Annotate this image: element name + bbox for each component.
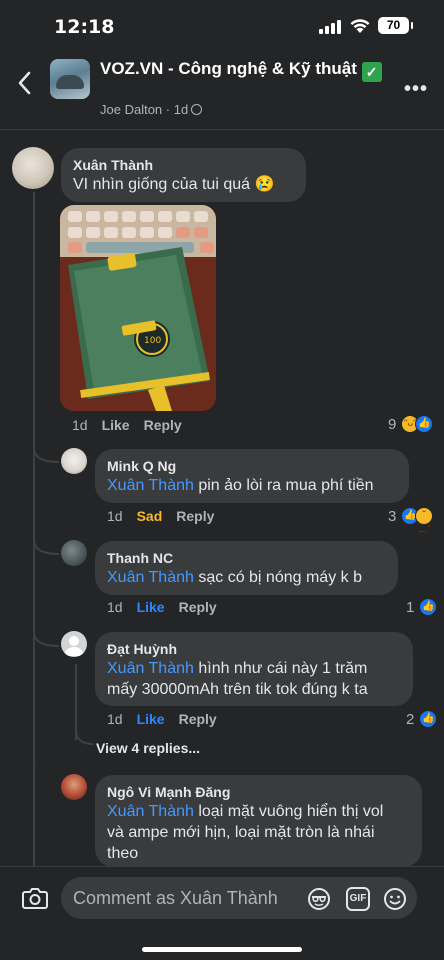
group-title[interactable]: VOZ.VN - Công nghệ & Kỹ thuật ✓: [100, 58, 390, 82]
like-button[interactable]: Like: [137, 711, 165, 727]
avatar[interactable]: [61, 448, 87, 474]
clock: 12:18: [54, 16, 115, 38]
reaction-summary[interactable]: 1 👍: [406, 598, 438, 616]
reply-actions: 1d Like Reply: [107, 599, 231, 615]
comment-text-body: VI nhìn giống của tui quá: [73, 176, 251, 193]
view-more-replies-link[interactable]: View 4 replies...: [96, 740, 200, 756]
reply-button[interactable]: Reply: [179, 711, 217, 727]
reply-text: Xuân Thành sạc có bị nóng máy k b: [107, 567, 386, 588]
camera-icon[interactable]: [22, 887, 48, 909]
comment-author[interactable]: Xuân Thành: [73, 156, 294, 174]
cellular-signal-icon: [319, 20, 341, 34]
post-meta: Joe Dalton · 1d: [100, 102, 203, 117]
poster-name[interactable]: Joe Dalton: [100, 102, 162, 117]
group-title-text[interactable]: VOZ.VN - Công nghệ & Kỹ thuật: [100, 59, 357, 78]
home-indicator[interactable]: [142, 947, 302, 952]
emoji-icon[interactable]: [383, 887, 407, 911]
mention-link[interactable]: Xuân Thành: [107, 803, 194, 820]
status-bar: 12:18 70: [0, 0, 444, 52]
comment-time: 1d: [72, 417, 88, 433]
reply-button[interactable]: Reply: [144, 417, 182, 433]
avatar[interactable]: [61, 774, 87, 800]
reply-text: Xuân Thành loại mặt vuông hiển thị vol và…: [107, 801, 410, 864]
reply-author[interactable]: Mink Q Ng: [107, 457, 397, 475]
group-avatar[interactable]: [50, 59, 90, 99]
comment-composer: Comment as Xuân Thành GIF: [0, 866, 444, 960]
default-profile-icon: [64, 636, 84, 656]
check-mark-icon: ✓: [361, 62, 382, 82]
reaction-count: 1: [406, 598, 415, 616]
comment-input[interactable]: Comment as Xuân Thành GIF: [61, 877, 417, 919]
more-options-button[interactable]: •••: [404, 78, 428, 101]
reply-text-line1: hình như cái này 1 trăm: [198, 660, 368, 677]
avatar[interactable]: [61, 540, 87, 566]
reply-text-line1: loại mặt vuông hiển thị vol: [198, 803, 384, 820]
mention-link[interactable]: Xuân Thành: [107, 660, 194, 677]
reply-author[interactable]: Đạt Huỳnh: [107, 640, 401, 658]
post-age: 1d: [173, 102, 189, 117]
reply-bubble: Thanh NC Xuân Thành sạc có bị nóng máy k…: [95, 541, 398, 595]
wifi-icon: [350, 19, 370, 33]
sad-reaction-icon: ˘︹˘: [415, 507, 434, 536]
sad-reaction-button[interactable]: Sad: [137, 508, 163, 524]
comment-bubble: Xuân Thành VI nhìn giống của tui quá 😢: [61, 148, 306, 202]
reaction-summary[interactable]: 3 👍 ˘︹˘: [388, 507, 434, 536]
reaction-summary[interactable]: 9 ᵔᴗᵔ 👍: [388, 415, 434, 433]
avatar[interactable]: [61, 631, 87, 657]
like-reaction-icon: 👍: [419, 598, 438, 616]
reply-actions: 1d Sad Reply: [107, 508, 228, 524]
reply-button[interactable]: Reply: [179, 599, 217, 615]
mention-link[interactable]: Xuân Thành: [107, 477, 194, 494]
svg-text:100: 100: [144, 336, 161, 346]
mention-link[interactable]: Xuân Thành: [107, 569, 194, 586]
comment-text: VI nhìn giống của tui quá 😢: [73, 174, 294, 195]
reaction-summary[interactable]: 2 👍: [406, 710, 438, 728]
reply-actions: 1d Like Reply: [107, 711, 231, 727]
globe-icon: [191, 104, 203, 115]
thread-branches: [33, 448, 60, 768]
reply-text: Xuân Thành hình như cái này 1 trăm mấy 30…: [107, 658, 401, 700]
reply-bubble: Đạt Huỳnh Xuân Thành hình như cái này 1 …: [95, 632, 413, 706]
thread-line: [75, 664, 77, 740]
power-bank-image: 100: [60, 205, 216, 411]
reply-author[interactable]: Thanh NC: [107, 549, 386, 567]
reply-text-line2: mấy 30000mAh trên tik tok đúng k ta: [107, 681, 368, 698]
post-header: VOZ.VN - Công nghệ & Kỹ thuật ✓ Joe Dalt…: [0, 52, 444, 130]
back-arrow-icon[interactable]: [14, 69, 36, 97]
reply-button[interactable]: Reply: [176, 508, 214, 524]
gif-button[interactable]: GIF: [346, 887, 370, 911]
reply-time: 1d: [107, 508, 123, 524]
like-button[interactable]: Like: [137, 599, 165, 615]
reply-bubble: Ngô Vi Mạnh Đăng Xuân Thành loại mặt vuô…: [95, 775, 422, 867]
reply-text-body: sạc có bị nóng máy k b: [198, 569, 362, 586]
reaction-count: 3: [388, 507, 397, 525]
like-reaction-icon: 👍: [415, 415, 434, 433]
avatar[interactable]: [12, 147, 54, 189]
reaction-count: 9: [388, 415, 397, 433]
reply-text-line3: theo: [107, 845, 139, 862]
comment-placeholder: Comment as Xuân Thành: [73, 888, 278, 908]
crying-face-emoji: 😢: [254, 176, 275, 193]
comment-actions: 1d Like Reply: [72, 417, 196, 433]
reply-text-body: pin ảo lòi ra mua phí tiền: [198, 477, 374, 494]
reply-bubble: Mink Q Ng Xuân Thành pin ảo lòi ra mua p…: [95, 449, 409, 503]
reply-time: 1d: [107, 711, 123, 727]
like-reaction-icon: 👍: [419, 710, 438, 728]
battery-indicator: 70: [378, 17, 413, 34]
like-button[interactable]: Like: [102, 417, 130, 433]
avatar-sticker-icon[interactable]: [307, 887, 331, 911]
reply-time: 1d: [107, 599, 123, 615]
replies-branch: [75, 730, 94, 745]
reaction-count: 2: [406, 710, 415, 728]
reply-text-line2: và ampe mới hịn, loại mặt tròn là nhái: [107, 824, 375, 841]
reply-author[interactable]: Ngô Vi Mạnh Đăng: [107, 783, 410, 801]
reply-text: Xuân Thành pin ảo lòi ra mua phí tiền: [107, 475, 397, 496]
comment-photo[interactable]: 100: [60, 205, 216, 411]
